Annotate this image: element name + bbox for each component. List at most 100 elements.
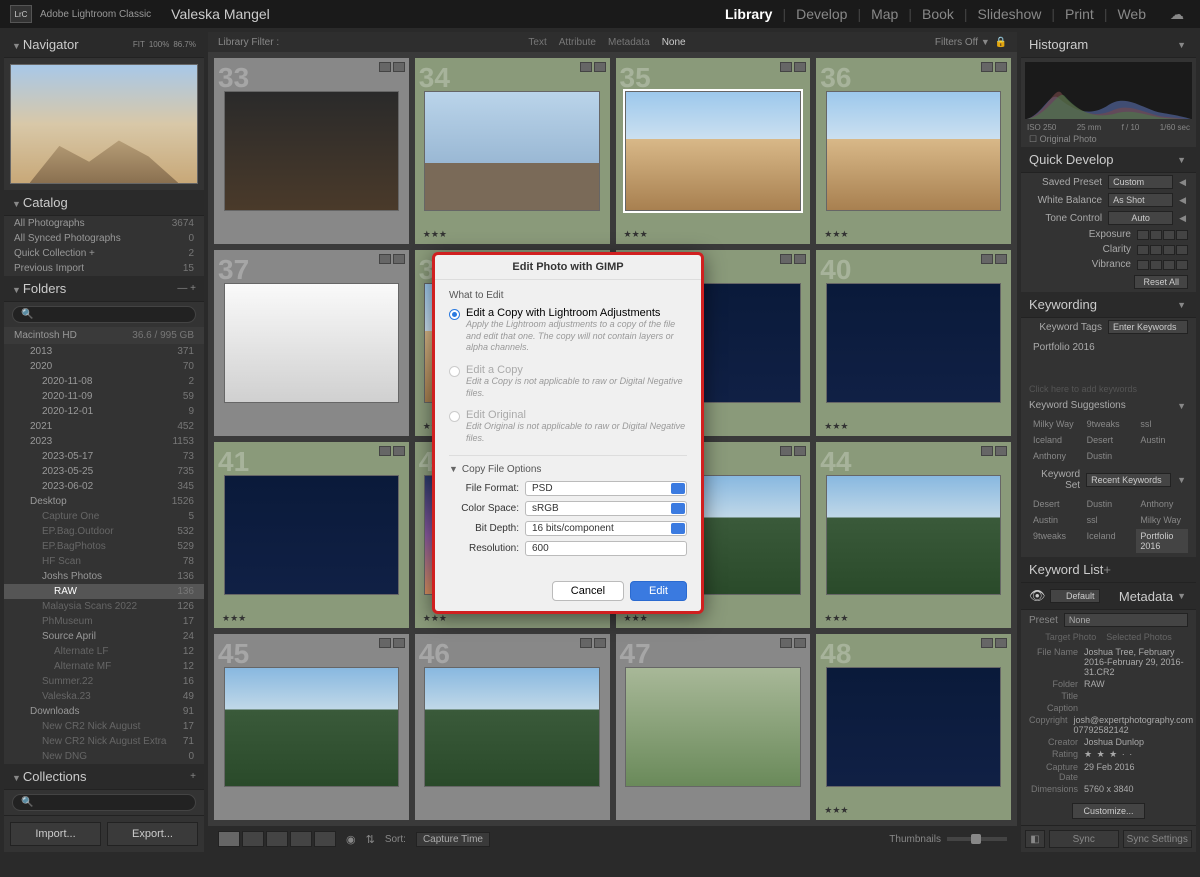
grid-cell[interactable]: 37 [214,250,409,436]
keyword-suggestion[interactable]: Milky Way [1029,417,1081,431]
badge-icon[interactable] [981,254,993,264]
keyword-hint[interactable]: Click here to add keywords [1021,380,1196,398]
metadata-row[interactable]: Copyrightjosh@expertphotography.com 0779… [1029,714,1188,736]
metadata-set-select[interactable]: Default [1050,589,1100,603]
keyword-set-item[interactable]: Dustin [1083,497,1135,511]
folder-item[interactable]: 2013371 [4,344,204,359]
thumbnail-image[interactable] [826,283,1001,404]
badge-icon[interactable] [379,638,391,648]
thumbnail-size-slider[interactable] [947,837,1007,841]
vibrance-steppers[interactable] [1137,260,1188,270]
metadata-row[interactable]: CreatorJoshua Dunlop [1029,736,1188,748]
sort-select[interactable]: Capture Time [416,832,490,847]
bit-depth-select[interactable]: 16 bits/component [525,521,687,536]
keyword-set-item[interactable]: 9tweaks [1029,529,1081,553]
module-tab-book[interactable]: Book [916,6,960,22]
catalog-header[interactable]: ▼Catalog [4,190,204,216]
rating-stars[interactable]: ★★★ [824,613,848,624]
collapse-icon[interactable]: ▼ [1177,401,1186,411]
keyword-set-select[interactable]: Recent Keywords [1086,473,1171,487]
keyword-set-item[interactable]: Iceland [1083,529,1135,553]
badge-icon[interactable] [780,638,792,648]
badge-icon[interactable] [379,254,391,264]
import-button[interactable]: Import... [10,822,101,846]
metadata-value[interactable]: ★ ★ ★ · · [1084,749,1188,760]
histogram-header[interactable]: ▼Histogram [1021,32,1196,58]
catalog-item[interactable]: Previous Import15 [4,261,204,276]
folder-item[interactable]: 20231153 [4,434,204,449]
metadata-row[interactable]: Dimensions5760 x 3840 [1029,783,1188,795]
filter-mode-attribute[interactable]: Attribute [559,37,596,48]
folder-item[interactable]: Valeska.2349 [4,689,204,704]
badge-icon[interactable] [981,638,993,648]
badge-icon[interactable] [393,446,405,456]
badge-icon[interactable] [379,62,391,72]
exposure-steppers[interactable] [1137,230,1188,240]
metadata-row[interactable]: Caption [1029,702,1188,714]
compare-view-button[interactable] [266,831,288,847]
thumbnail-image[interactable] [826,91,1001,212]
badge-icon[interactable] [780,446,792,456]
eye-icon[interactable]: 👁 [1029,588,1046,604]
badge-icon[interactable] [995,254,1007,264]
collections-header[interactable]: ▼Collections + [4,764,204,790]
grid-cell[interactable]: 45 [214,634,409,820]
badge-icon[interactable] [580,62,592,72]
folder-item[interactable]: 202070 [4,359,204,374]
folder-item[interactable]: Downloads91 [4,704,204,719]
folder-item[interactable]: Alternate MF12 [4,659,204,674]
metadata-value[interactable]: 29 Feb 2016 [1084,762,1188,782]
keyword-set-item[interactable]: Desert [1029,497,1081,511]
badge-icon[interactable] [794,62,806,72]
survey-view-button[interactable] [290,831,312,847]
export-button[interactable]: Export... [107,822,198,846]
grid-cell[interactable]: 40★★★ [816,250,1011,436]
folders-header[interactable]: ▼Folders — + [4,276,204,302]
grid-cell[interactable]: 48★★★ [816,634,1011,820]
module-tab-web[interactable]: Web [1111,6,1152,22]
folder-item[interactable]: Desktop1526 [4,494,204,509]
module-tab-develop[interactable]: Develop [790,6,853,22]
keyword-suggestion[interactable]: 9tweaks [1083,417,1135,431]
navigator-header[interactable]: ▼Navigator FIT100%86.7% [4,32,204,58]
keyword-suggestion[interactable]: Austin [1136,433,1188,447]
thumbnail-image[interactable] [224,475,399,596]
collapse-icon[interactable]: ◀ [1179,195,1186,206]
sync-button[interactable]: Sync [1049,830,1119,848]
module-tab-map[interactable]: Map [865,6,904,22]
catalog-item[interactable]: All Synced Photographs0 [4,231,204,246]
navigator-zoom[interactable]: FIT100%86.7% [133,40,196,49]
rating-stars[interactable]: ★★★ [423,613,447,624]
folder-item[interactable]: Malaysia Scans 2022126 [4,599,204,614]
folder-item[interactable]: EP.Bag.Outdoor532 [4,524,204,539]
rating-stars[interactable]: ★★★ [624,229,648,240]
metadata-value[interactable]: josh@expertphotography.com 07792582142 [1074,715,1194,735]
folder-item[interactable]: RAW136 [4,584,204,599]
folder-item[interactable]: Capture One5 [4,509,204,524]
metadata-value[interactable]: 5760 x 3840 [1084,784,1188,794]
edit-copy-with-adjustments-option[interactable]: Edit a Copy with Lightroom Adjustments A… [449,307,687,354]
wb-select[interactable]: As Shot [1108,193,1173,207]
quick-develop-header[interactable]: ▼Quick Develop [1021,147,1196,173]
customize-button[interactable]: Customize... [1072,803,1144,819]
zoom-preset[interactable]: FIT [133,40,145,49]
resolution-input[interactable]: 600 [525,541,687,556]
metadata-row[interactable]: File NameJoshua Tree, February 2016-Febr… [1029,646,1188,678]
keyword-suggestion[interactable]: Iceland [1029,433,1081,447]
cloud-sync-icon[interactable]: ☁ [1164,6,1190,23]
badge-icon[interactable] [995,638,1007,648]
cancel-button[interactable]: Cancel [552,581,624,601]
keyword-suggestion[interactable]: Anthony [1029,449,1081,463]
collapse-icon[interactable]: ◀ [1179,213,1186,224]
filter-mode-none[interactable]: None [662,37,686,48]
thumbnail-image[interactable] [224,283,399,404]
sync-toggle[interactable]: ◧ [1025,830,1045,848]
target-photo-tab[interactable]: Target Photo [1045,632,1096,642]
histogram-display[interactable] [1025,62,1192,119]
badge-icon[interactable] [794,254,806,264]
rating-stars[interactable]: ★★★ [824,229,848,240]
rating-stars[interactable]: ★★★ [824,421,848,432]
filter-mode-text[interactable]: Text [528,37,546,48]
file-format-select[interactable]: PSD [525,481,687,496]
filters-off[interactable]: Filters Off [935,37,978,48]
